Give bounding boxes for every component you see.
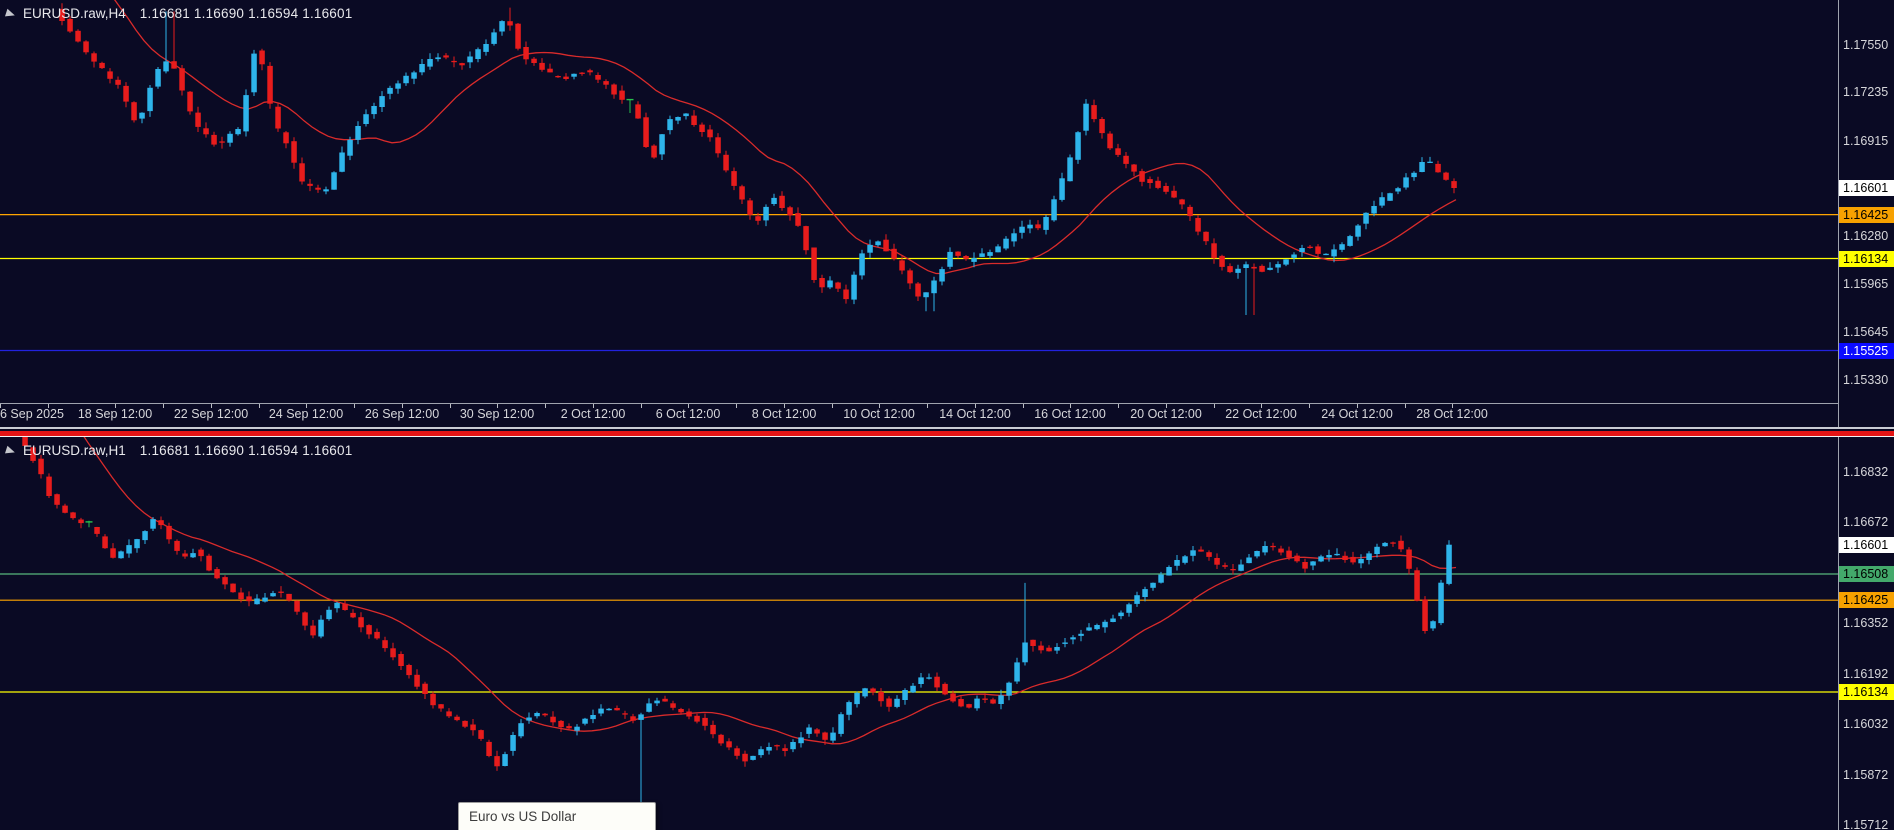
orange-level-price-label: 1.16425 [1839,592,1894,608]
current-price-price-label: 1.16601 [1839,180,1894,196]
price-tick-label: 1.16192 [1839,666,1894,682]
price-tick-label: 1.16280 [1839,228,1894,244]
time-axis-label[interactable]: 14 Oct 12:00 [939,407,1011,421]
time-axis-label[interactable]: 6 Oct 12:00 [656,407,721,421]
time-axis-label[interactable]: 6 Sep 2025 [0,407,64,421]
time-axis-tick [0,404,1,408]
chart-objects-arrow-icon[interactable] [5,445,16,455]
price-tick-label: 1.15645 [1839,324,1894,340]
chart-window-separator[interactable] [0,427,1894,437]
time-axis-label[interactable]: 22 Sep 12:00 [174,407,248,421]
time-axis-label[interactable]: 20 Oct 12:00 [1130,407,1202,421]
level-lines-layer [0,574,1838,692]
ma-line [0,437,1456,744]
yellow-level-price-label: 1.16134 [1839,684,1894,700]
price-tick-label: 1.16915 [1839,133,1894,149]
time-axis-tick [259,404,260,408]
time-axis-tick [927,404,928,408]
time-axis-tick [1070,404,1071,408]
candles-layer [22,437,1452,805]
time-axis-label[interactable]: 10 Oct 12:00 [843,407,915,421]
h4-chart-title: EURUSD.raw,H4 1.16681 1.16690 1.16594 1.… [6,6,352,21]
time-axis-tick [48,404,49,408]
price-scale-border[interactable] [1838,0,1839,830]
h4-symbol-timeframe-label: EURUSD.raw,H4 [23,6,126,21]
price-tick-label: 1.17550 [1839,37,1894,53]
time-axis-tick [1309,404,1310,408]
separator-white-line [0,436,1894,437]
time-axis-tick [306,404,307,408]
price-tick-label: 1.15965 [1839,276,1894,292]
current-price-price-label: 1.16601 [1839,537,1894,553]
time-axis-tick [115,404,116,408]
symbol-tooltip: Euro vs US Dollar ユーロ/米ドル 1.16601 [458,802,656,830]
price-tick-label: 1.15712 [1839,817,1894,830]
time-axis-tick [545,404,546,408]
h4-chart-canvas[interactable] [0,0,1838,425]
time-axis-tick [1166,404,1167,408]
time-axis-tick [497,404,498,408]
time-axis-tick [1214,404,1215,408]
time-axis-tick [402,404,403,408]
price-tick-label: 1.15330 [1839,372,1894,388]
h1-chart-title: EURUSD.raw,H1 1.16681 1.16690 1.16594 1.… [6,443,352,458]
green-level-price-label: 1.16508 [1839,566,1894,582]
time-axis-label[interactable]: 2 Oct 12:00 [561,407,626,421]
price-tick-label: 1.17235 [1839,84,1894,100]
time-axis-tick [593,404,594,408]
orange-level-price-label: 1.16425 [1839,207,1894,223]
time-axis-tick [832,404,833,408]
price-tick-label: 1.15872 [1839,767,1894,783]
price-tick-label: 1.16832 [1839,464,1894,480]
price-tick-label: 1.16672 [1839,514,1894,530]
time-axis-tick [879,404,880,408]
trading-app-window: EURUSD.raw,H4 1.16681 1.16690 1.16594 1.… [0,0,1894,830]
time-axis-tick [688,404,689,408]
h1-ohlc-values: 1.16681 1.16690 1.16594 1.16601 [140,443,353,458]
candles-layer [59,3,1457,315]
time-axis-tick [450,404,451,408]
time-axis-tick [975,404,976,408]
level-lines-layer [0,215,1838,351]
time-axis-tick [784,404,785,408]
ma-line [0,0,1456,274]
time-axis-label[interactable]: 24 Oct 12:00 [1321,407,1393,421]
time-axis-tick [1118,404,1119,408]
time-axis-tick [736,404,737,408]
time-axis-tick [354,404,355,408]
time-axis-label[interactable]: 24 Sep 12:00 [269,407,343,421]
time-axis-label[interactable]: 18 Sep 12:00 [78,407,152,421]
h1-symbol-timeframe-label: EURUSD.raw,H1 [23,443,126,458]
time-axis-label[interactable]: 16 Oct 12:00 [1034,407,1106,421]
price-tick-label: 1.16352 [1839,615,1894,631]
yellow-level-price-label: 1.16134 [1839,251,1894,267]
time-axis-label[interactable]: 30 Sep 12:00 [460,407,534,421]
time-axis-tick [1405,404,1406,408]
time-axis-tick [1023,404,1024,408]
time-axis-label[interactable]: 8 Oct 12:00 [752,407,817,421]
h4-chart-panel[interactable]: EURUSD.raw,H4 1.16681 1.16690 1.16594 1.… [0,0,1894,425]
time-axis-tick [163,404,164,408]
time-axis-tick [1357,404,1358,408]
tooltip-symbol-description: Euro vs US Dollar [469,809,645,824]
blue-level-price-label: 1.15525 [1839,343,1894,359]
time-axis-label[interactable]: 28 Oct 12:00 [1416,407,1488,421]
time-axis-line [0,403,1838,404]
h1-chart-canvas[interactable] [0,437,1838,830]
time-axis-tick [211,404,212,408]
time-axis-tick [641,404,642,408]
chart-objects-arrow-icon[interactable] [5,8,16,18]
time-axis-tick [1452,404,1453,408]
h1-chart-panel[interactable]: EURUSD.raw,H1 1.16681 1.16690 1.16594 1.… [0,437,1894,830]
time-axis-tick [1261,404,1262,408]
time-axis-label[interactable]: 22 Oct 12:00 [1225,407,1297,421]
time-axis-label[interactable]: 26 Sep 12:00 [365,407,439,421]
price-tick-label: 1.16032 [1839,716,1894,732]
h4-ohlc-values: 1.16681 1.16690 1.16594 1.16601 [140,6,353,21]
